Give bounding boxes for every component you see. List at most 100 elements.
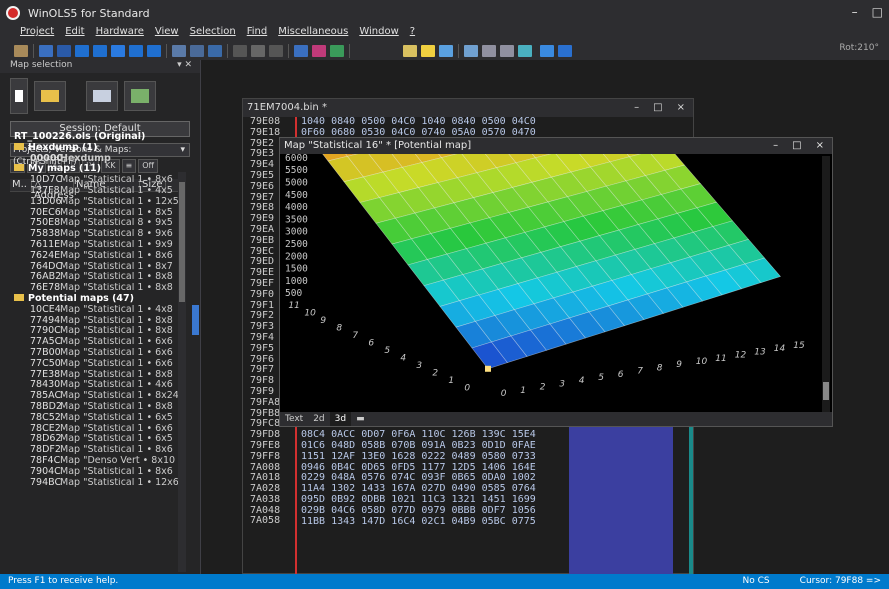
last-icon[interactable] <box>147 45 161 57</box>
pane-splitter[interactable] <box>192 305 199 335</box>
new-project-button[interactable] <box>10 78 28 114</box>
menu-window[interactable]: Window <box>359 26 398 42</box>
tree-row[interactable]: 7904C Map "Statistical 1 • 8x6 <box>10 467 180 478</box>
stats-icon[interactable] <box>464 45 478 57</box>
map-minimize-button[interactable]: – <box>773 138 778 154</box>
y-tick-label: 9 <box>320 316 326 326</box>
tree-row[interactable]: 10D7C Map "Statistical 1 • 8x6 <box>10 175 180 186</box>
stats3-icon[interactable] <box>500 45 514 57</box>
graph-icon[interactable] <box>208 45 222 57</box>
tree-group[interactable]: Hexdump (1) <box>10 142 180 154</box>
marker-icon[interactable] <box>518 45 532 57</box>
z-tick-label: 1000 <box>285 276 308 287</box>
menu-find[interactable]: Find <box>247 26 268 42</box>
tree-row[interactable]: 137F8 Map "Statistical 1 • 4x5 <box>10 186 180 197</box>
hex-row[interactable]: 11BB 1343 147D 16C4 02C1 04B9 05BC 0775 <box>301 516 536 528</box>
tree-group[interactable]: Potential maps (47) <box>10 293 180 305</box>
3d-map-plot[interactable]: 8500800075007000650060005500500045004000… <box>280 154 820 412</box>
tree-row[interactable]: 785AC Map "Statistical 1 • 8x24 <box>10 391 180 402</box>
tree-row[interactable]: 70EC6 Map "Statistical 1 • 8x5 <box>10 208 180 219</box>
forward-icon[interactable] <box>269 45 283 57</box>
map-maximize-button[interactable]: □ <box>792 138 801 154</box>
tree-group[interactable]: My maps (11) <box>10 164 180 175</box>
home-icon[interactable] <box>251 45 265 57</box>
tab-2d[interactable]: 2d <box>308 412 329 426</box>
tree-scrollbar[interactable] <box>178 172 186 572</box>
tree-row[interactable]: 77B00 Map "Statistical 1 • 6x6 <box>10 348 180 359</box>
tree-row-address: 77C50 <box>30 358 61 369</box>
tree-row[interactable]: 794BC Map "Statistical 1 • 12x6 <box>10 478 180 489</box>
tree-row[interactable]: 78DF2 Map "Statistical 1 • 8x6 <box>10 445 180 456</box>
hex-maximize-button[interactable]: □ <box>653 99 662 117</box>
tree-row[interactable]: 78D62 Map "Statistical 1 • 6x5 <box>10 434 180 445</box>
checksum-icon[interactable] <box>439 45 453 57</box>
back-icon[interactable] <box>233 45 247 57</box>
layout-icon[interactable] <box>540 45 554 57</box>
tree-row[interactable]: 78BD2 Map "Statistical 1 • 8x8 <box>10 402 180 413</box>
menu-view[interactable]: View <box>155 26 179 42</box>
grid-icon[interactable] <box>57 45 71 57</box>
tree-row[interactable]: 78CE2 Map "Statistical 1 • 6x6 <box>10 424 180 435</box>
tree-row[interactable]: 7624E Map "Statistical 1 • 8x6 <box>10 251 180 262</box>
compare-icon[interactable] <box>39 45 53 57</box>
hex-row[interactable]: 1151 12AF 13E0 1628 0222 0489 0580 0733 <box>301 451 536 463</box>
mode-a-icon[interactable] <box>294 45 308 57</box>
tree-row[interactable]: 13D06 Map "Statistical 1 • 12x5 <box>10 197 180 208</box>
menu-miscellaneous[interactable]: Miscellaneous <box>278 26 348 42</box>
tree-row-address: 10D7C <box>30 175 63 186</box>
tab-extra[interactable]: ▬ <box>351 412 370 426</box>
project-file[interactable]: RT_100226.ols (Original) <box>10 132 180 143</box>
pane-close-icon[interactable]: ▾ ✕ <box>177 60 192 73</box>
hex-row[interactable]: 029B 04C6 058D 077D 0979 0BBB 0DF7 1056 <box>301 505 536 517</box>
tree-row[interactable]: 00000 Hexdump <box>10 154 180 165</box>
maximize-button[interactable]: □ <box>872 5 883 19</box>
hex-minimize-button[interactable]: – <box>634 99 639 117</box>
tree-row[interactable]: 764DC Map "Statistical 1 • 8x7 <box>10 262 180 273</box>
tree-row[interactable]: 7611E Map "Statistical 1 • 9x9 <box>10 240 180 251</box>
tree-row[interactable]: 78430 Map "Statistical 1 • 4x6 <box>10 380 180 391</box>
tree-row[interactable]: 10CE4 Map "Statistical 1 • 4x8 <box>10 305 180 316</box>
tree-row[interactable]: 750E8 Map "Statistical 8 • 9x5 <box>10 218 180 229</box>
menu-help[interactable]: ? <box>410 26 415 42</box>
tab-3d[interactable]: 3d <box>329 412 352 426</box>
tab-text[interactable]: Text <box>280 412 308 426</box>
tree-row[interactable]: 77A5C Map "Statistical 1 • 6x6 <box>10 337 180 348</box>
tree-row[interactable]: 77E38 Map "Statistical 1 • 8x8 <box>10 370 180 381</box>
tree-row-name: Map "Statistical 1 • 6x5 <box>60 434 173 445</box>
open-project-button[interactable] <box>34 81 66 111</box>
tree-row[interactable]: 7790C Map "Statistical 1 • 8x8 <box>10 326 180 337</box>
mode-b-icon[interactable] <box>312 45 326 57</box>
z-tick-label: 3000 <box>285 227 308 238</box>
maps-button[interactable] <box>124 81 156 111</box>
first-icon[interactable] <box>75 45 89 57</box>
tree-row[interactable]: 77494 Map "Statistical 1 • 8x8 <box>10 316 180 327</box>
menu-project[interactable]: Project <box>20 26 54 42</box>
menu-edit[interactable]: Edit <box>65 26 84 42</box>
x-tick-label: 7 <box>637 367 643 377</box>
hex-close-button[interactable]: × <box>677 99 685 117</box>
warning-icon[interactable] <box>421 45 435 57</box>
view-icon[interactable] <box>172 45 186 57</box>
minimize-button[interactable]: – <box>852 5 858 19</box>
menu-hardware[interactable]: Hardware <box>96 26 144 42</box>
stats2-icon[interactable] <box>482 45 496 57</box>
tree-row[interactable]: 78C52 Map "Statistical 1 • 6x5 <box>10 413 180 424</box>
tree-row[interactable]: 75838 Map "Statistical 8 • 9x6 <box>10 229 180 240</box>
map-scrollbar[interactable] <box>822 156 830 412</box>
layout2-icon[interactable] <box>558 45 572 57</box>
import-button[interactable] <box>86 81 118 111</box>
prev-icon[interactable] <box>93 45 107 57</box>
map-close-button[interactable]: × <box>816 138 824 154</box>
tree-row[interactable]: 76E78 Map "Statistical 1 • 8x8 <box>10 283 180 294</box>
tree-row-address: 794BC <box>30 477 62 488</box>
tree-row[interactable]: 77C50 Map "Statistical 1 • 6x6 <box>10 359 180 370</box>
settings-icon[interactable] <box>14 45 28 57</box>
tree-row[interactable]: 76AB2 Map "Statistical 1 • 8x8 <box>10 272 180 283</box>
table-icon[interactable] <box>111 45 125 57</box>
tools-icon[interactable] <box>403 45 417 57</box>
menu-selection[interactable]: Selection <box>190 26 236 42</box>
mode-c-icon[interactable] <box>330 45 344 57</box>
tree-row[interactable]: 78F4C Map "Denso Vert • 8x10 <box>10 456 180 467</box>
next-icon[interactable] <box>129 45 143 57</box>
hex-icon[interactable] <box>190 45 204 57</box>
